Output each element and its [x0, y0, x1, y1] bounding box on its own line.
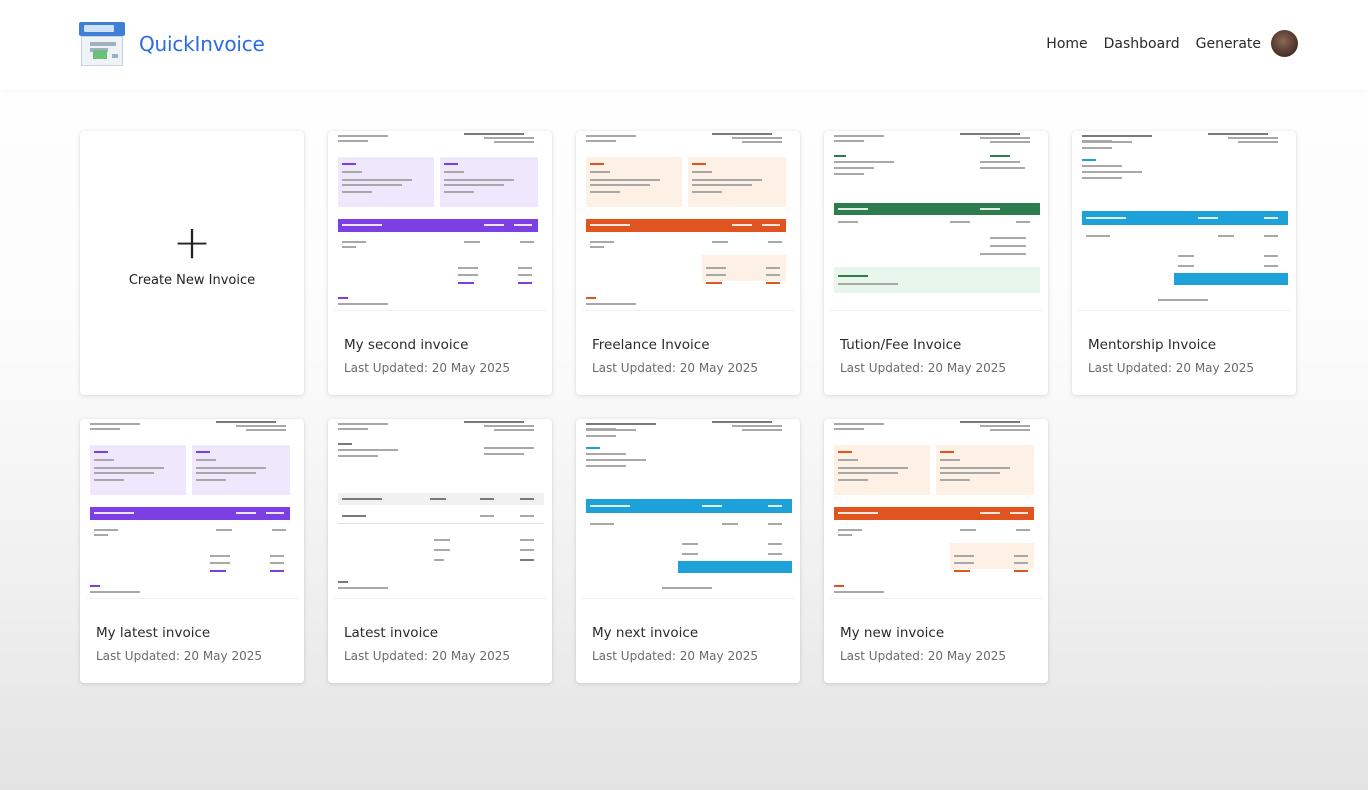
- invoice-last-updated: Last Updated: 20 May 2025: [344, 649, 510, 663]
- invoice-title: Tution/Fee Invoice: [840, 337, 962, 353]
- top-navbar: QuickInvoice Home Dashboard Generate: [0, 0, 1368, 90]
- invoice-thumbnail: [1078, 131, 1290, 311]
- nav-dashboard-link[interactable]: Dashboard: [1104, 36, 1180, 52]
- invoice-title: Latest invoice: [344, 625, 439, 641]
- invoice-last-updated: Last Updated: 20 May 2025: [96, 649, 262, 663]
- nav-home-link[interactable]: Home: [1046, 36, 1087, 52]
- invoice-title: My new invoice: [840, 625, 945, 641]
- invoice-title: Mentorship Invoice: [1088, 337, 1217, 353]
- create-new-invoice-label: Create New Invoice: [128, 272, 256, 288]
- invoice-logo-icon: [79, 20, 125, 68]
- invoice-title: My latest invoice: [96, 625, 211, 641]
- brand-name: QuickInvoice: [139, 32, 265, 56]
- invoice-last-updated: Last Updated: 20 May 2025: [344, 361, 510, 375]
- invoice-thumbnail: [830, 419, 1042, 599]
- invoice-card[interactable]: Tution/Fee Invoice Last Updated: 20 May 2…: [824, 131, 1048, 395]
- invoice-last-updated: Last Updated: 20 May 2025: [592, 361, 758, 375]
- invoice-title: Freelance Invoice: [592, 337, 710, 353]
- invoice-card[interactable]: Freelance Invoice Last Updated: 20 May 20…: [576, 131, 800, 395]
- invoice-card[interactable]: My latest invoice Last Updated: 20 May 20…: [80, 419, 304, 683]
- invoice-thumbnail: [334, 131, 546, 311]
- invoice-thumbnail: [86, 419, 298, 599]
- invoice-title: My second invoice: [344, 337, 469, 353]
- user-avatar[interactable]: [1271, 30, 1298, 57]
- invoice-card[interactable]: My new invoice Last Updated: 20 May 2025: [824, 419, 1048, 683]
- invoice-card[interactable]: Latest invoice Last Updated: 20 May 2025: [328, 419, 552, 683]
- invoice-card[interactable]: My second invoice Last Updated: 20 May 20…: [328, 131, 552, 395]
- invoice-last-updated: Last Updated: 20 May 2025: [840, 361, 1006, 375]
- brand[interactable]: QuickInvoice: [79, 20, 265, 68]
- invoice-thumbnail: [334, 419, 546, 599]
- invoice-thumbnail: [830, 131, 1042, 311]
- invoice-thumbnail: [582, 419, 794, 599]
- invoice-title: My next invoice: [592, 625, 699, 641]
- nav-links: Home Dashboard Generate: [1030, 30, 1298, 57]
- plus-icon: +: [172, 214, 212, 269]
- invoice-card[interactable]: My next invoice Last Updated: 20 May 2025: [576, 419, 800, 683]
- invoice-last-updated: Last Updated: 20 May 2025: [1088, 361, 1254, 375]
- nav-generate-link[interactable]: Generate: [1196, 36, 1261, 52]
- invoice-last-updated: Last Updated: 20 May 2025: [840, 649, 1006, 663]
- invoice-thumbnail: [582, 131, 794, 311]
- invoice-last-updated: Last Updated: 20 May 2025: [592, 649, 758, 663]
- invoice-card[interactable]: Mentorship Invoice Last Updated: 20 May 2…: [1072, 131, 1296, 395]
- create-new-invoice-card[interactable]: + Create New Invoice: [80, 131, 304, 395]
